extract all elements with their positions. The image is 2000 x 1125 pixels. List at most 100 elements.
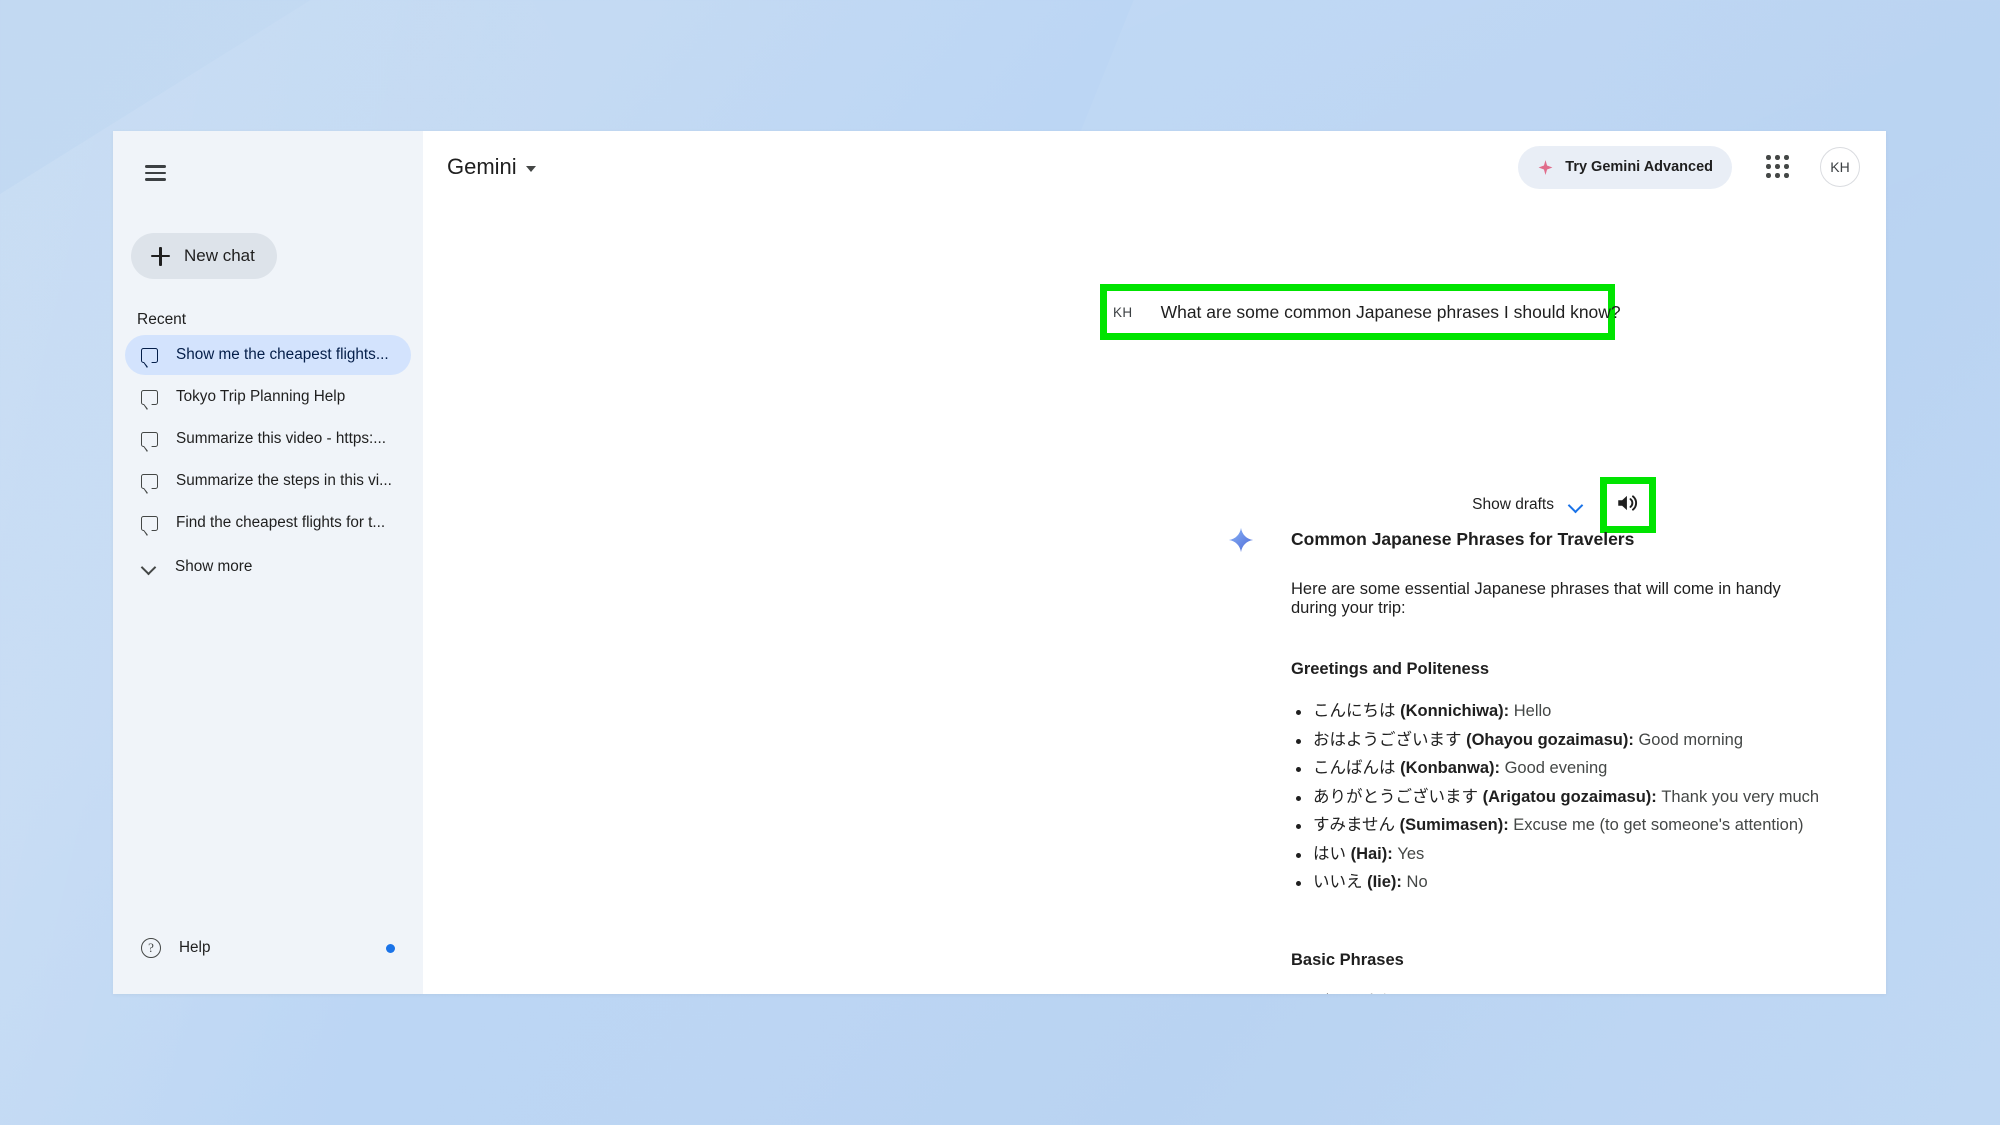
response-body: Common Japanese Phrases for Travelers He… <box>1123 529 1826 994</box>
list-item: はい (Hai): Yes <box>1291 840 1826 869</box>
chevron-down-icon <box>141 559 157 575</box>
help-label: Help <box>179 939 211 956</box>
sidebar-item-label: Summarize the steps in this vi... <box>176 472 392 489</box>
romaji-text: (Konnichiwa): <box>1400 702 1510 720</box>
romaji-text: (Sumimasen): <box>1399 816 1509 834</box>
japanese-text: ありがとうございます <box>1313 787 1483 806</box>
sparkle-icon <box>1537 159 1554 176</box>
romaji-text: (Hai): <box>1350 844 1393 863</box>
sidebar-item-chat-3[interactable]: Summarize the steps in this vi... <box>125 461 411 501</box>
show-drafts-label: Show drafts <box>1472 496 1554 513</box>
chat-bubble-icon <box>141 389 158 411</box>
main-panel: Gemini Try Gemini Advanced KH KH What ar… <box>423 131 1886 994</box>
grid-dot <box>1784 173 1789 178</box>
chat-bubble-icon <box>141 515 158 537</box>
show-drafts-button[interactable]: Show drafts <box>1472 496 1584 514</box>
meaning-text: No <box>1401 873 1428 891</box>
phrase-list-basic-phrases: どこですか (Doko desu ka): Where is...? いくらです… <box>1291 988 1826 995</box>
list-item: こんばんは (Konbanwa): Good evening <box>1291 754 1826 783</box>
japanese-text: こんにちは <box>1313 702 1401 720</box>
sidebar-item-chat-4[interactable]: Find the cheapest flights for t... <box>125 503 411 543</box>
phrase-list-greetings: こんにちは (Konnichiwa): Hello おはようございます (Oha… <box>1291 697 1826 897</box>
response-intro: Here are some essential Japanese phrases… <box>1291 580 1781 617</box>
list-item: こんにちは (Konnichiwa): Hello <box>1291 697 1826 726</box>
romaji-text: (Konbanwa): <box>1400 759 1500 777</box>
avatar[interactable]: KH <box>1820 147 1860 187</box>
meaning-text: Yes <box>1392 844 1425 863</box>
user-query-text: What are some common Japanese phrases I … <box>1160 301 1621 322</box>
grid-dot <box>1775 173 1780 178</box>
sidebar-item-chat-0[interactable]: Show me the cheapest flights... <box>125 335 411 375</box>
sidebar-item-chat-2[interactable]: Summarize this video - https:... <box>125 419 411 459</box>
meaning-text: Excuse me (to get someone's attention) <box>1508 816 1804 834</box>
romaji-text: (Ohayou gozaimasu): <box>1466 730 1634 749</box>
sidebar-item-chat-1[interactable]: Tokyo Trip Planning Help <box>125 377 411 417</box>
gemini-sparkle-icon <box>1228 527 1254 553</box>
notification-dot-icon <box>386 943 395 953</box>
model-selector[interactable]: Gemini <box>447 154 536 180</box>
hamburger-bar <box>144 165 166 168</box>
plus-icon <box>151 246 170 266</box>
gemini-app-window: New chat Recent Show me the cheapest fli… <box>113 131 1886 994</box>
grid-dot <box>1766 155 1771 160</box>
meaning-text: Hello <box>1509 702 1552 720</box>
list-item: ありがとうございます (Arigatou gozaimasu): Thank y… <box>1291 783 1826 812</box>
grid-dot <box>1775 164 1780 169</box>
user-avatar-initials: KH <box>1113 304 1133 320</box>
try-gemini-advanced-button[interactable]: Try Gemini Advanced <box>1518 145 1732 189</box>
grid-dot <box>1784 164 1789 169</box>
japanese-text: はい <box>1313 844 1351 863</box>
chevron-down-icon <box>1568 497 1584 513</box>
sidebar-item-label: Tokyo Trip Planning Help <box>176 388 346 405</box>
sidebar: New chat Recent Show me the cheapest fli… <box>113 131 423 994</box>
hamburger-bar <box>144 178 166 181</box>
chat-bubble-icon <box>141 347 158 369</box>
topbar: Gemini Try Gemini Advanced KH <box>423 131 1886 203</box>
romaji-text: (Doko desu ka): <box>1400 993 1524 995</box>
new-chat-label: New chat <box>184 246 255 265</box>
japanese-text: こんばんは <box>1313 759 1401 777</box>
list-item: いいえ (Iie): No <box>1291 868 1826 897</box>
japanese-text: おはようございます <box>1313 730 1467 749</box>
section-heading-basic-phrases: Basic Phrases <box>1291 950 1404 969</box>
hamburger-icon[interactable] <box>131 149 179 197</box>
chevron-down-icon <box>525 166 536 172</box>
user-query: KH What are some common Japanese phrases… <box>1113 297 1621 327</box>
page-title: Gemini <box>447 154 517 179</box>
japanese-text: いいえ <box>1313 873 1368 891</box>
sidebar-item-label: Find the cheapest flights for t... <box>176 514 386 531</box>
list-item: すみません (Sumimasen): Excuse me (to get som… <box>1291 811 1826 840</box>
list-item: どこですか (Doko desu ka): Where is...? <box>1291 988 1826 995</box>
list-item: おはようございます (Ohayou gozaimasu): Good morni… <box>1291 726 1826 755</box>
sidebar-item-label: Summarize this video - https:... <box>176 430 386 447</box>
romaji-text: (Iie): <box>1367 873 1402 891</box>
romaji-text: (Arigatou gozaimasu): <box>1482 787 1657 806</box>
help-button[interactable]: ? Help <box>113 924 423 972</box>
meaning-text: Thank you very much <box>1656 787 1820 806</box>
assistant-response: Common Japanese Phrases for Travelers He… <box>1123 513 1826 994</box>
hamburger-bar <box>144 171 166 175</box>
recent-chat-list: Show me the cheapest flights... Tokyo Tr… <box>113 335 423 587</box>
chat-bubble-icon <box>141 431 158 453</box>
grid-dot <box>1775 155 1780 160</box>
grid-dot <box>1766 164 1771 169</box>
section-heading-greetings: Greetings and Politeness <box>1291 660 1490 678</box>
question-mark-icon: ? <box>141 938 161 958</box>
try-gemini-advanced-label: Try Gemini Advanced <box>1565 159 1713 175</box>
japanese-text: すみません <box>1313 816 1400 834</box>
japanese-text: どこですか <box>1313 993 1400 995</box>
recent-section-label: Recent <box>137 311 187 328</box>
show-more-label: Show more <box>175 558 253 575</box>
show-more-button[interactable]: Show more <box>125 547 411 587</box>
grid-dot <box>1766 173 1771 178</box>
meaning-text: Good evening <box>1500 759 1608 777</box>
sidebar-item-label: Show me the cheapest flights... <box>176 346 389 363</box>
chat-bubble-icon <box>141 473 158 495</box>
response-title: Common Japanese Phrases for Travelers <box>1291 529 1635 549</box>
grid-dot <box>1784 155 1789 160</box>
meaning-text: Good morning <box>1633 730 1744 749</box>
new-chat-button[interactable]: New chat <box>131 233 277 279</box>
meaning-text: Where is...? <box>1523 993 1616 995</box>
apps-grid-icon[interactable] <box>1754 143 1802 191</box>
